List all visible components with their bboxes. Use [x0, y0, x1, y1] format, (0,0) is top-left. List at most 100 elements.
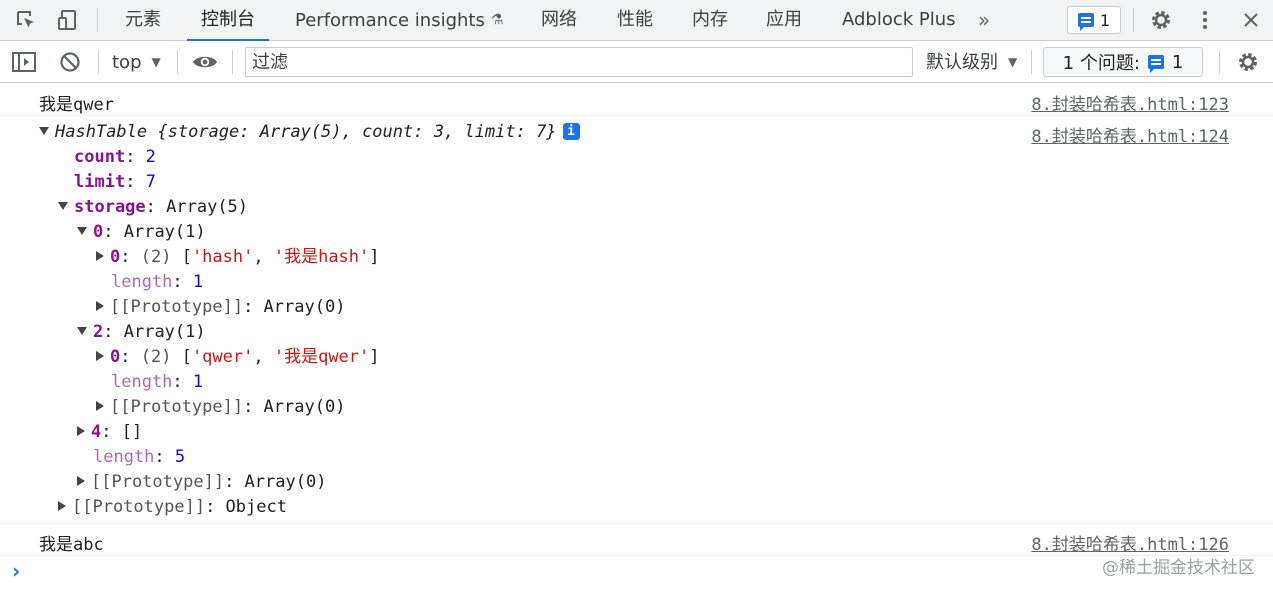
close-icon[interactable] — [1237, 6, 1265, 34]
tree-storage-length: length: 5 — [93, 447, 186, 467]
divider — [1219, 50, 1220, 74]
prop-key: 4 — [91, 422, 102, 442]
tree-storage-item-2[interactable]: 2: Array(1) — [77, 320, 206, 345]
prop-key: storage — [74, 197, 146, 217]
prop-key: length — [111, 272, 173, 292]
context-selector[interactable]: top ▼ — [112, 49, 161, 75]
more-tabs-icon[interactable]: » — [978, 0, 990, 41]
expand-triangle-icon[interactable] — [77, 327, 87, 335]
issues-button[interactable]: 1 个问题: 1 — [1043, 47, 1203, 77]
tree-root-hashtable[interactable]: HashTable {storage: Array(5), count: 3, … — [39, 120, 580, 145]
tree-storage-item-2-prototype[interactable]: [[Prototype]]: Array(0) — [96, 395, 345, 420]
prop-key: [[Prototype]] — [110, 397, 244, 417]
collapsed-triangle-icon[interactable] — [96, 251, 104, 261]
source-link[interactable]: 8.封装哈希表.html:124 — [1031, 122, 1229, 147]
issues-badge-button[interactable]: 1 — [1067, 6, 1121, 34]
log-level-selector[interactable]: 默认级别 ▼ — [926, 49, 1017, 75]
tab-performance[interactable]: 性能 — [617, 0, 653, 41]
prop-value: 7 — [145, 172, 156, 192]
divider — [177, 50, 178, 74]
inspect-element-icon[interactable] — [12, 6, 40, 34]
tree-storage-item-0-entry[interactable]: 0: (2) ['hash', '我是hash'] — [96, 245, 380, 270]
tree-storage-item-0-length: length: 1 — [111, 272, 204, 292]
tree-storage-item-0[interactable]: 0: Array(1) — [77, 220, 206, 245]
console-message: 我是qwer 8.封装哈希表.html:123 — [0, 84, 1273, 116]
tree-object-prototype[interactable]: [[Prototype]]: Object — [58, 495, 287, 520]
message-text: 我是qwer — [39, 95, 114, 115]
prop-key: limit — [74, 172, 126, 192]
console-settings-gear-icon[interactable] — [1234, 48, 1262, 76]
flask-icon: ⚗ — [490, 12, 504, 28]
string-value: 'hash' — [191, 247, 254, 267]
prop-value: Array(0) — [244, 472, 327, 492]
devtools-tabbar: 元素 控制台 Performance insights ⚗ 网络 性能 内存 应用… — [0, 0, 1273, 42]
prop-key: length — [93, 447, 155, 467]
console-output: 我是qwer 8.封装哈希表.html:123 8.封装哈希表.html:124… — [0, 84, 1273, 594]
prop-value: Array(1) — [123, 322, 206, 342]
divider — [232, 50, 233, 74]
caret-down-icon: ▼ — [1008, 55, 1018, 69]
message-icon — [1077, 13, 1094, 31]
caret-down-icon: ▼ — [151, 55, 161, 69]
more-options-icon[interactable] — [1191, 6, 1219, 34]
issues-count: 1 — [1099, 10, 1111, 30]
tree-storage-prototype[interactable]: [[Prototype]]: Array(0) — [77, 470, 326, 495]
prop-value: 5 — [174, 447, 186, 467]
source-link[interactable]: 8.封装哈希表.html:126 — [1031, 530, 1229, 555]
eye-icon[interactable] — [191, 48, 219, 76]
object-preview: {storage: Array(5), count: 3, limit: 7} — [157, 122, 557, 142]
divider — [1031, 50, 1032, 74]
tree-storage-item-0-prototype[interactable]: [[Prototype]]: Array(0) — [96, 295, 345, 320]
collapsed-triangle-icon[interactable] — [96, 301, 104, 311]
message-text: 我是abc — [39, 535, 104, 555]
sidebar-toggle-icon[interactable] — [10, 48, 38, 76]
clear-console-icon[interactable] — [56, 48, 84, 76]
expand-triangle-icon[interactable] — [39, 127, 49, 135]
prop-value: Array(0) — [263, 297, 346, 317]
prop-value: 1 — [192, 372, 204, 392]
tree-prop-storage[interactable]: storage: Array(5) — [58, 195, 248, 220]
prop-key: [[Prototype]] — [91, 472, 225, 492]
tree-prop-count: count: 2 — [74, 147, 156, 167]
watermark: @稀土掘金技术社区 — [1102, 558, 1255, 578]
collapsed-triangle-icon[interactable] — [58, 501, 66, 511]
context-value: top — [112, 52, 142, 73]
prop-value: Array(1) — [123, 222, 206, 242]
collapsed-triangle-icon[interactable] — [77, 476, 85, 486]
divider — [97, 8, 98, 32]
tree-prop-limit: limit: 7 — [74, 172, 156, 192]
settings-gear-icon[interactable] — [1147, 6, 1175, 34]
prop-key: length — [111, 372, 173, 392]
array-length: (2) — [140, 347, 172, 367]
prop-value: 1 — [192, 272, 204, 292]
source-link[interactable]: 8.封装哈希表.html:123 — [1031, 90, 1229, 115]
tab-label: Performance insights — [295, 10, 485, 31]
prop-key: [[Prototype]] — [72, 497, 206, 517]
tab-memory[interactable]: 内存 — [692, 0, 728, 41]
tab-network[interactable]: 网络 — [541, 0, 577, 41]
info-icon[interactable]: i — [562, 123, 580, 140]
collapsed-triangle-icon[interactable] — [77, 426, 85, 436]
tree-storage-item-4[interactable]: 4: [] — [77, 420, 142, 445]
tab-performance-insights[interactable]: Performance insights ⚗ — [295, 0, 503, 41]
tab-elements[interactable]: 元素 — [125, 0, 161, 41]
message-icon — [1147, 55, 1164, 73]
divider — [98, 50, 99, 74]
tab-console[interactable]: 控制台 — [187, 0, 269, 42]
prop-key: count — [74, 147, 126, 167]
collapsed-triangle-icon[interactable] — [96, 351, 104, 361]
prop-value: [] — [121, 422, 143, 442]
device-toolbar-icon[interactable] — [54, 6, 82, 34]
string-value: '我是qwer' — [273, 347, 370, 367]
tab-adblock-plus[interactable]: Adblock Plus — [842, 0, 956, 41]
expand-triangle-icon[interactable] — [58, 202, 68, 210]
prop-key: 0 — [93, 222, 104, 242]
console-prompt-icon[interactable]: › — [12, 559, 20, 583]
expand-triangle-icon[interactable] — [77, 227, 87, 235]
tab-application[interactable]: 应用 — [766, 0, 802, 41]
object-class-name: HashTable — [55, 122, 148, 142]
prop-key: 0 — [110, 347, 121, 367]
tree-storage-item-2-entry[interactable]: 0: (2) ['qwer', '我是qwer'] — [96, 345, 380, 370]
collapsed-triangle-icon[interactable] — [96, 401, 104, 411]
filter-input[interactable] — [245, 47, 913, 77]
